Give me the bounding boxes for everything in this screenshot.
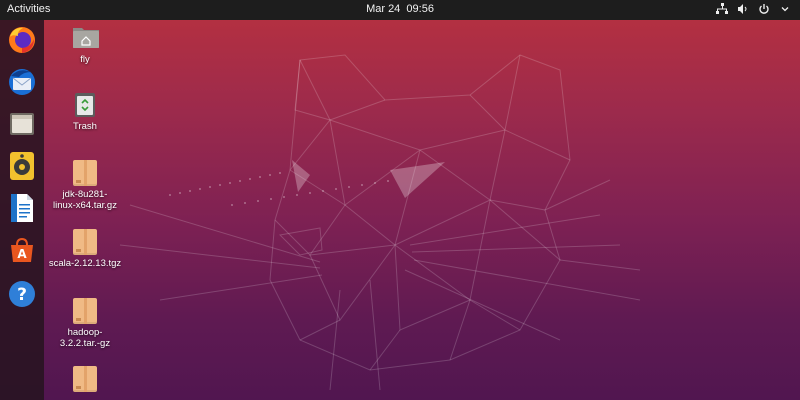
system-tray <box>715 2 792 16</box>
dock: A ? <box>0 20 44 400</box>
desktop-icon-jdk-archive[interactable]: jdk-8u281-linux-x64.tar.gz <box>46 160 124 211</box>
rhythmbox-icon[interactable] <box>6 150 38 182</box>
desktop-icon-home-folder[interactable]: fly <box>46 25 124 65</box>
chevron-down-icon[interactable] <box>778 2 792 16</box>
desktop-icon-archive[interactable] <box>46 366 124 395</box>
desktop-icon-label: fly <box>80 54 90 65</box>
svg-text:A: A <box>17 247 27 261</box>
firefox-icon[interactable] <box>6 24 38 56</box>
trash-icon <box>72 92 98 118</box>
package-archive-icon <box>72 366 98 392</box>
files-icon[interactable] <box>6 108 38 140</box>
package-archive-icon <box>72 298 98 324</box>
network-icon[interactable] <box>715 2 729 16</box>
clock-area: Mar 24 09:56 <box>0 3 800 15</box>
desktop-icon-scala-archive[interactable]: scala-2.12.13.tgz <box>46 229 124 269</box>
desktop-icon-hadoop-archive[interactable]: hadoop-3.2.2.tar.-gz <box>46 298 124 349</box>
top-bar: Activities Mar 24 09:56 <box>0 0 800 20</box>
writer-icon[interactable] <box>6 192 38 224</box>
home-folder-icon <box>72 25 99 51</box>
desktop-icon-label: scala-2.12.13.tgz <box>48 258 122 269</box>
desktop-icon-label: Trash <box>73 121 97 132</box>
software-icon[interactable]: A <box>6 234 38 266</box>
volume-icon[interactable] <box>736 2 750 16</box>
desktop-icon-label: jdk-8u281-linux-x64.tar.gz <box>53 189 117 211</box>
thunderbird-icon[interactable] <box>6 66 38 98</box>
package-archive-icon <box>72 229 98 255</box>
power-icon[interactable] <box>757 2 771 16</box>
date-time-button[interactable]: Mar 24 09:56 <box>366 3 434 15</box>
desktop-icon-trash[interactable]: Trash <box>46 92 124 132</box>
desktop-icon-label: hadoop-3.2.2.tar.-gz <box>59 327 111 349</box>
package-archive-icon <box>72 160 98 186</box>
svg-text:?: ? <box>17 285 27 305</box>
help-icon[interactable]: ? <box>6 278 38 310</box>
